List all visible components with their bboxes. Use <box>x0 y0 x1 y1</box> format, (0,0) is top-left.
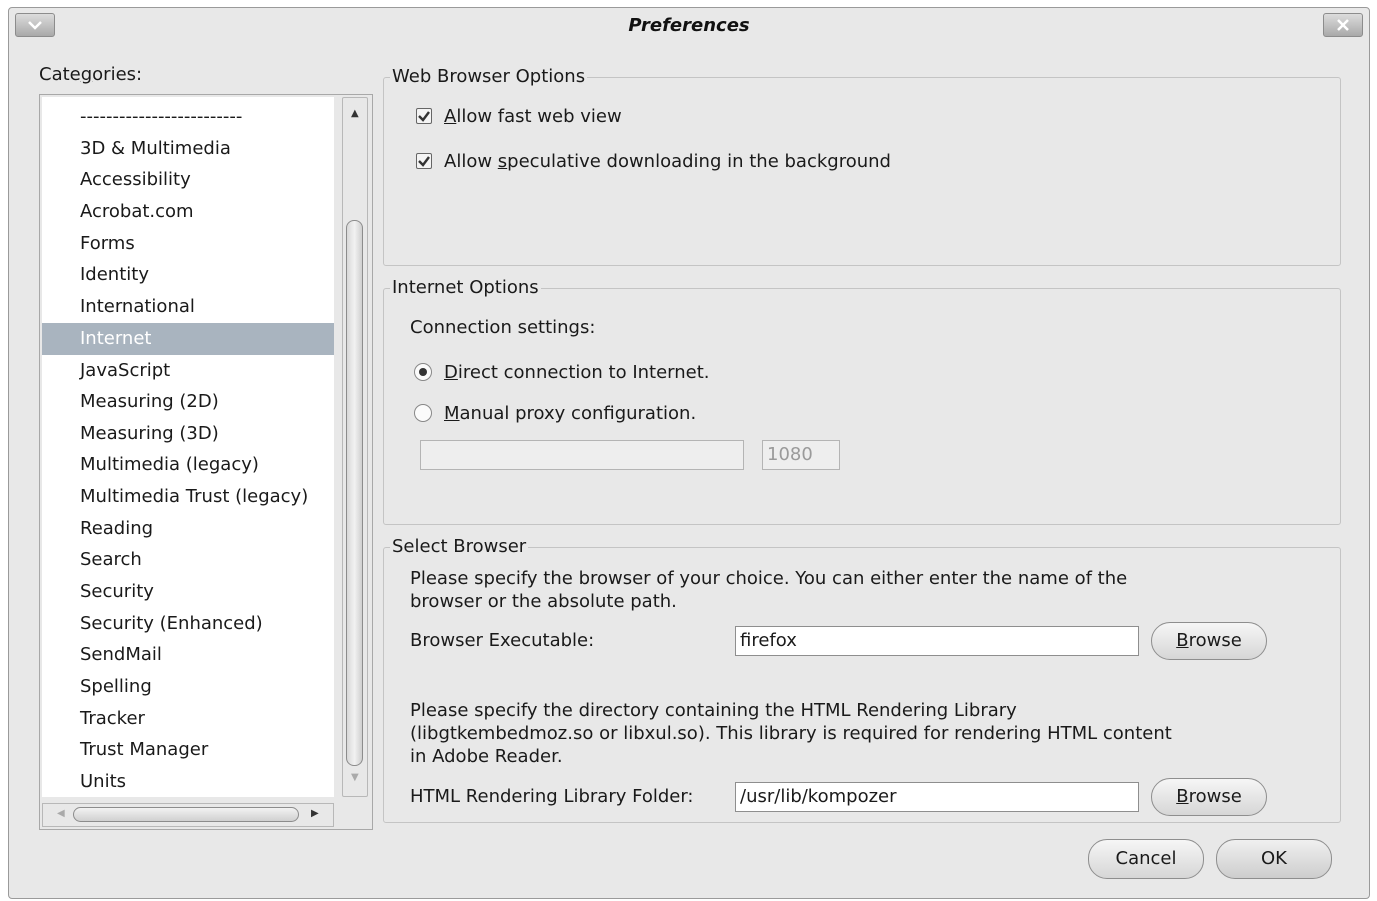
category-item-3d-multimedia[interactable]: 3D & Multimedia <box>42 133 334 165</box>
proxy-host-input[interactable] <box>420 440 744 470</box>
category-item-trust-manager[interactable]: Trust Manager <box>42 734 334 766</box>
categories-vertical-scrollbar[interactable]: ▲ ▼ <box>342 97 368 797</box>
category-item-identity[interactable]: Identity <box>42 259 334 291</box>
preferences-window: Preferences Categories: ----------------… <box>8 7 1370 899</box>
category-item-reading[interactable]: Reading <box>42 513 334 545</box>
browser-executable-input[interactable]: firefox <box>735 626 1139 656</box>
select-browser-group: Select Browser Please specify the browse… <box>383 535 1341 823</box>
category-item-accessibility[interactable]: Accessibility <box>42 164 334 196</box>
connection-settings-label: Connection settings: <box>410 317 596 338</box>
vertical-scroll-thumb[interactable] <box>346 220 363 766</box>
scroll-right-arrow-icon[interactable]: ▶ <box>311 808 319 819</box>
library-instructions-line-2: (libgtkembedmoz.so or libxul.so). This l… <box>410 723 1172 744</box>
category-item-sendmail[interactable]: SendMail <box>42 639 334 671</box>
category-item-tracker[interactable]: Tracker <box>42 703 334 735</box>
checkbox-checked-icon <box>416 108 432 124</box>
categories-horizontal-scrollbar[interactable]: ◀ ▶ <box>42 803 334 827</box>
library-instructions-line-3: in Adobe Reader. <box>410 746 563 767</box>
category-item-multimedia-legacy[interactable]: Multimedia (legacy) <box>42 449 334 481</box>
category-item-measuring-2d[interactable]: Measuring (2D) <box>42 386 334 418</box>
scroll-left-arrow-icon[interactable]: ◀ <box>57 808 65 819</box>
select-browser-legend: Select Browser <box>390 535 529 559</box>
horizontal-scroll-thumb[interactable] <box>73 807 299 822</box>
category-item-forms[interactable]: Forms <box>42 228 334 260</box>
proxy-port-input[interactable]: 1080 <box>762 440 840 470</box>
radio-selected-icon <box>414 363 432 381</box>
browser-executable-label: Browser Executable: <box>410 630 595 651</box>
internet-options-group: Internet Options Connection settings: Di… <box>383 276 1341 525</box>
close-icon <box>1337 19 1349 31</box>
category-item-search[interactable]: Search <box>42 544 334 576</box>
library-instructions: Please specify the directory containing … <box>410 699 1172 768</box>
category-item-measuring-3d[interactable]: Measuring (3D) <box>42 418 334 450</box>
scroll-up-arrow-icon[interactable]: ▲ <box>351 108 359 119</box>
library-folder-label: HTML Rendering Library Folder: <box>410 786 694 807</box>
close-button[interactable] <box>1323 13 1363 37</box>
category-item-javascript[interactable]: JavaScript <box>42 355 334 387</box>
cancel-button[interactable]: Cancel <box>1088 839 1204 879</box>
category-item-units[interactable]: Units <box>42 766 334 797</box>
browser-instructions: Please specify the browser of your choic… <box>410 567 1127 613</box>
categories-list: ------------------------- 3D & Multimedi… <box>39 94 373 830</box>
library-folder-input[interactable]: /usr/lib/kompozer <box>735 782 1139 812</box>
category-item-acrobat-com[interactable]: Acrobat.com <box>42 196 334 228</box>
category-item-security[interactable]: Security <box>42 576 334 608</box>
categories-label: Categories: <box>39 64 143 85</box>
internet-options-legend: Internet Options <box>390 276 541 300</box>
ok-button[interactable]: OK <box>1216 839 1332 879</box>
window-title: Preferences <box>628 15 750 36</box>
allow-fast-web-view-checkbox[interactable]: Allow fast web view <box>416 106 622 127</box>
browse-executable-button[interactable]: Browse <box>1151 622 1267 660</box>
browse-library-button[interactable]: Browse <box>1151 778 1267 816</box>
checkbox-checked-icon <box>416 153 432 169</box>
allow-speculative-downloading-checkbox[interactable]: Allow speculative downloading in the bac… <box>416 151 891 172</box>
browser-instructions-line-2: browser or the absolute path. <box>410 591 677 612</box>
web-browser-options-group: Web Browser Options Allow fast web view … <box>383 65 1341 266</box>
category-item-internet[interactable]: Internet <box>42 323 334 355</box>
scroll-down-arrow-icon[interactable]: ▼ <box>351 772 359 783</box>
radio-unselected-icon <box>414 404 432 422</box>
categories-list-view: ------------------------- 3D & Multimedi… <box>42 97 334 797</box>
web-browser-options-legend: Web Browser Options <box>390 65 588 89</box>
category-item-security-enhanced[interactable]: Security (Enhanced) <box>42 608 334 640</box>
library-instructions-line-1: Please specify the directory containing … <box>410 700 1017 721</box>
category-item-spelling[interactable]: Spelling <box>42 671 334 703</box>
title-bar: Preferences <box>9 8 1369 44</box>
manual-proxy-radio[interactable]: Manual proxy configuration. <box>414 403 696 424</box>
category-item-international[interactable]: International <box>42 291 334 323</box>
direct-connection-radio[interactable]: Direct connection to Internet. <box>414 362 710 383</box>
browser-instructions-line-1: Please specify the browser of your choic… <box>410 568 1128 589</box>
category-item-separator: ------------------------- <box>80 106 243 127</box>
category-item-multimedia-trust-legacy[interactable]: Multimedia Trust (legacy) <box>42 481 334 513</box>
